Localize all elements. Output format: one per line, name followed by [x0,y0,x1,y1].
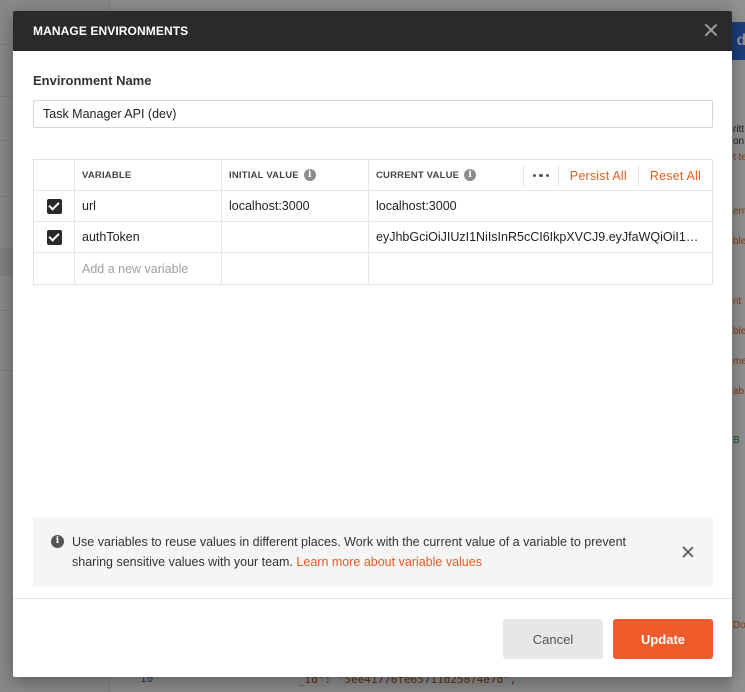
current-value-cell[interactable]: localhost:3000 [369,191,712,221]
row-enable-checkbox[interactable] [46,229,62,245]
info-icon[interactable]: i [303,169,316,181]
new-initial-value-cell[interactable] [222,253,369,284]
info-icon: i [51,535,64,548]
initial-value-cell[interactable] [222,222,369,252]
close-icon[interactable] [682,546,694,558]
add-new-variable-input[interactable]: Add a new variable [75,253,222,284]
table-row: authToken eyJhbGciOiJIUzI1NiIsInR5cCI6Ik… [34,222,712,253]
table-row-new: Add a new variable [34,253,712,284]
info-icon[interactable]: i [464,169,477,181]
environment-name-input[interactable] [33,100,713,128]
footer-divider [13,598,732,599]
reset-all-button[interactable]: Reset All [639,169,712,183]
row-enable-checkbox[interactable] [46,198,62,214]
new-row-checkbox-cell [34,253,75,284]
current-value-cell[interactable]: eyJhbGciOiJIUzI1NiIsInR5cCI6IkpXVCJ9.eyJ… [369,222,712,252]
header-initial-value: INITIAL VALUE i [222,160,369,190]
close-icon[interactable] [702,21,720,39]
table-header: VARIABLE INITIAL VALUE i CURRENT VALUE i… [34,160,712,191]
update-button[interactable]: Update [613,619,713,659]
header-checkbox-column [34,160,75,190]
header-actions: Persist All Reset All [522,160,712,190]
variable-key-cell[interactable]: url [75,191,222,221]
banner-text: Use variables to reuse values in differe… [72,532,662,572]
manage-environments-modal: MANAGE ENVIRONMENTS Environment Name VAR… [13,11,732,677]
modal-header: MANAGE ENVIRONMENTS [13,11,732,51]
row-enable-checkbox-cell [34,222,75,252]
initial-value-cell[interactable]: localhost:3000 [222,191,369,221]
row-enable-checkbox-cell [34,191,75,221]
modal-title: MANAGE ENVIRONMENTS [33,24,189,38]
table-row: url localhost:3000 localhost:3000 [34,191,712,222]
header-variable: VARIABLE [75,160,222,190]
more-options-icon[interactable] [522,165,559,186]
current-value-text: eyJhbGciOiJIUzI1NiIsInR5cCI6IkpXVCJ9.eyJ… [376,230,712,244]
persist-all-button[interactable]: Persist All [559,169,638,183]
header-initial-value-label: INITIAL VALUE [229,169,299,181]
info-banner: i Use variables to reuse values in diffe… [33,517,713,587]
variable-key-cell[interactable]: authToken [75,222,222,252]
header-current-value: CURRENT VALUE i Persist All Reset All [369,160,712,190]
header-current-value-label: CURRENT VALUE [376,169,460,181]
environment-name-label: Environment Name [33,73,152,88]
variables-table: VARIABLE INITIAL VALUE i CURRENT VALUE i… [33,159,713,285]
new-current-value-cell[interactable] [369,253,712,284]
cancel-button[interactable]: Cancel [503,619,603,659]
learn-more-link[interactable]: Learn more about variable values [296,555,482,569]
